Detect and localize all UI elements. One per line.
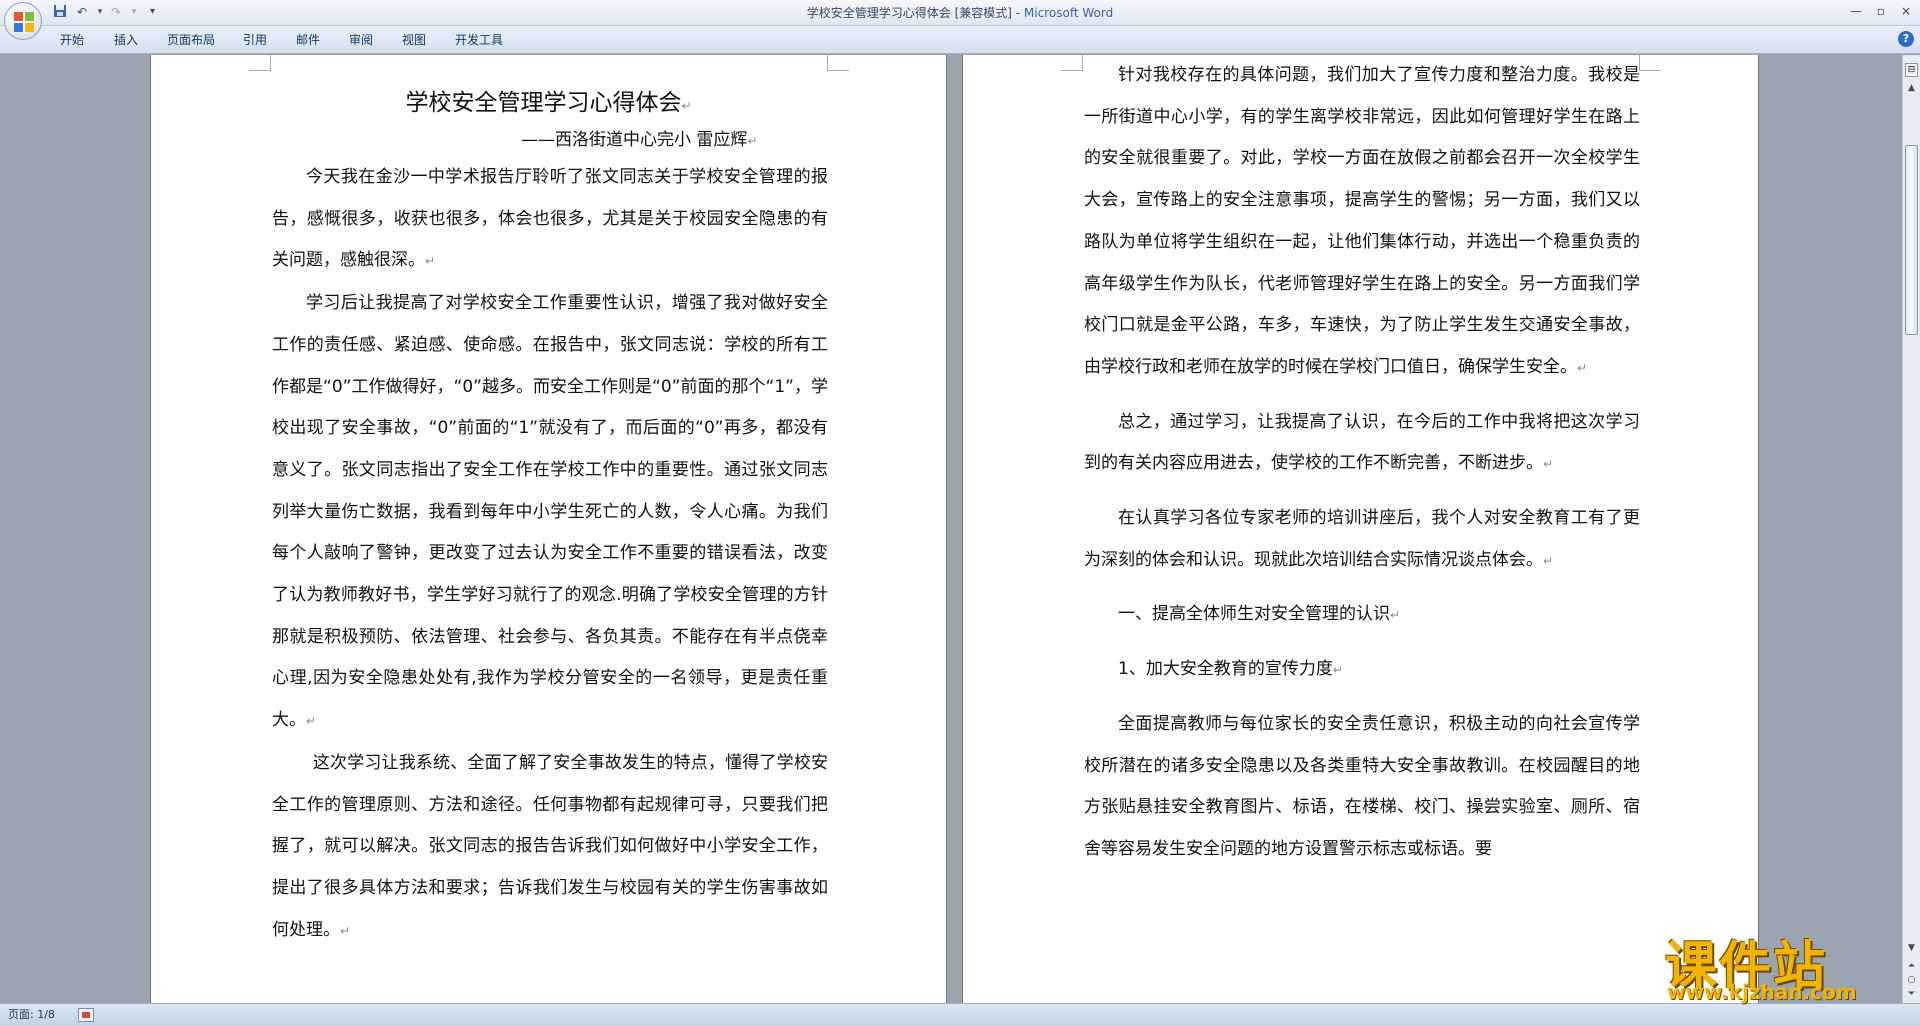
- paragraph[interactable]: 学习后让我提高了对学校安全工作重要性认识，增强了我对做好安全工作的责任感、紧迫感…: [272, 283, 828, 743]
- tab-home[interactable]: 开始: [60, 31, 84, 49]
- select-browse-object-icon[interactable]: ○: [1905, 973, 1918, 987]
- tab-view[interactable]: 视图: [402, 31, 426, 49]
- paragraph-mark: ↵: [1390, 608, 1401, 623]
- paragraph[interactable]: 今天我在金沙一中学术报告厅聆听了张文同志关于学校安全管理的报告，感慨很多，收获也…: [272, 157, 828, 283]
- close-button[interactable]: ×: [1895, 3, 1917, 19]
- document-title: 学校安全管理学习心得体会↵: [151, 83, 946, 117]
- page-right[interactable]: 针对我校存在的具体问题，我们加大了宣传力度和整治力度。我校是一所街道中心小学，有…: [962, 55, 1759, 1003]
- paragraph-mark: ↵: [681, 99, 692, 113]
- paragraph[interactable]: 全面提高教师与每位家长的安全责任意识，积极主动的向社会宣传学校所潜在的诸多安全隐…: [1084, 704, 1640, 871]
- paragraph-text: 学习后让我提高了对学校安全工作重要性认识，增强了我对做好安全工作的责任感、紧迫感…: [272, 293, 828, 731]
- paragraph-mark: ↵: [1332, 663, 1343, 678]
- paragraph-mark: ↵: [747, 134, 758, 148]
- paragraph-mark: ↵: [1543, 457, 1554, 472]
- paragraph[interactable]: 在认真学习各位专家老师的培训讲座后，我个人对安全教育工有了更为深刻的体会和认识。…: [1084, 498, 1640, 582]
- document-title-text: 学校安全管理学习心得体会: [405, 90, 682, 116]
- watermark-url: www.kjzhan.com: [1667, 980, 1857, 1004]
- crop-mark: [249, 55, 271, 71]
- heading-paragraph[interactable]: 一、提高全体师生对安全管理的认识↵: [1084, 594, 1640, 637]
- tab-references[interactable]: 引用: [243, 31, 267, 49]
- scroll-thumb[interactable]: [1905, 145, 1918, 335]
- minimize-button[interactable]: —: [1845, 3, 1867, 19]
- macro-record-icon[interactable]: [78, 1008, 94, 1022]
- crop-mark: [1639, 55, 1661, 71]
- document-author: ——西洛街道中心完小 雷应辉↵: [521, 125, 757, 150]
- tab-developer[interactable]: 开发工具: [455, 31, 503, 49]
- tab-review[interactable]: 审阅: [349, 31, 373, 49]
- status-page-count[interactable]: 页面: 1/8: [8, 1007, 55, 1023]
- paragraph-text: 1、加大安全教育的宣传力度: [1118, 659, 1333, 680]
- paragraph-text: 今天我在金沙一中学术报告厅聆听了张文同志关于学校安全管理的报告，感慨很多，收获也…: [272, 167, 828, 271]
- restore-button[interactable]: ▫: [1870, 3, 1892, 19]
- window-title: 学校安全管理学习心得体会 [兼容模式] - Microsoft Word: [0, 0, 1920, 26]
- paragraph-mark: ↵: [425, 254, 436, 269]
- office-button[interactable]: [4, 2, 42, 40]
- window-title-app: Microsoft Word: [1023, 6, 1114, 20]
- paragraph-mark: ↵: [1543, 553, 1554, 568]
- scroll-down-icon[interactable]: ▼: [1905, 941, 1918, 955]
- paragraph[interactable]: 针对我校存在的具体问题，我们加大了宣传力度和整治力度。我校是一所街道中心小学，有…: [1084, 55, 1640, 390]
- vertical-scrollbar[interactable]: ⊟ ▲ ▼ ⏶ ○ ⏷: [1902, 55, 1920, 1003]
- paragraph[interactable]: 总之，通过学习，让我提高了认识，在今后的工作中我将把这次学习到的有关内容应用进去…: [1084, 402, 1640, 486]
- page-left[interactable]: 学校安全管理学习心得体会↵ ——西洛街道中心完小 雷应辉↵ 今天我在金沙一中学术…: [150, 55, 947, 1003]
- page-left-body[interactable]: 今天我在金沙一中学术报告厅聆听了张文同志关于学校安全管理的报告，感慨很多，收获也…: [272, 157, 828, 952]
- watermark-logo: 课件站 www.kjzhan.com: [1665, 924, 1905, 1004]
- document-area[interactable]: 学校安全管理学习心得体会↵ ——西洛街道中心完小 雷应辉↵ 今天我在金沙一中学术…: [0, 55, 1902, 1003]
- help-icon[interactable]: ?: [1898, 31, 1914, 47]
- title-bar: ↶ ▾ ↷ ▾ ▾ 学校安全管理学习心得体会 [兼容模式] - Microsof…: [0, 0, 1920, 26]
- subheading-paragraph[interactable]: 1、加大安全教育的宣传力度↵: [1084, 649, 1640, 692]
- paragraph[interactable]: 这次学习让我系统、全面了解了安全事故发生的特点，懂得了学校安全工作的管理原则、方…: [272, 743, 828, 953]
- paragraph-text: 这次学习让我系统、全面了解了安全事故发生的特点，懂得了学校安全工作的管理原则、方…: [272, 752, 828, 940]
- paragraph-text: 针对我校存在的具体问题，我们加大了宣传力度和整治力度。我校是一所街道中心小学，有…: [1084, 65, 1640, 377]
- ruler-toggle-icon[interactable]: ⊟: [1905, 63, 1918, 77]
- document-author-text: ——西洛街道中心完小 雷应辉: [521, 130, 748, 150]
- paragraph-text: 在认真学习各位专家老师的培训讲座后，我个人对安全教育工有了更为深刻的体会和认识。…: [1084, 508, 1640, 570]
- paragraph-text: 全面提高教师与每位家长的安全责任意识，积极主动的向社会宣传学校所潜在的诸多安全隐…: [1084, 713, 1640, 859]
- paragraph-mark: ↵: [340, 923, 351, 938]
- tab-mailings[interactable]: 邮件: [296, 31, 320, 49]
- paragraph-text: 一、提高全体师生对安全管理的认识: [1118, 604, 1390, 625]
- paragraph-text: 总之，通过学习，让我提高了认识，在今后的工作中我将把这次学习到的有关内容应用进去…: [1084, 411, 1640, 474]
- status-bar: 页面: 1/8: [0, 1003, 1920, 1025]
- tab-insert[interactable]: 插入: [114, 31, 138, 49]
- paragraph-mark: ↵: [306, 714, 317, 729]
- previous-page-icon[interactable]: ⏶: [1905, 959, 1918, 973]
- page-right-body[interactable]: 针对我校存在的具体问题，我们加大了宣传力度和整治力度。我校是一所街道中心小学，有…: [1084, 55, 1640, 871]
- crop-mark: [827, 55, 849, 71]
- office-logo-icon: [14, 12, 34, 32]
- window-title-document: 学校安全管理学习心得体会 [兼容模式] -: [806, 6, 1024, 20]
- tab-page-layout[interactable]: 页面布局: [167, 31, 215, 49]
- paragraph-mark: ↵: [1577, 360, 1588, 375]
- next-page-icon[interactable]: ⏷: [1905, 987, 1918, 1001]
- scroll-up-icon[interactable]: ▲: [1905, 81, 1918, 95]
- ribbon-tabs: 开始 插入 页面布局 引用 邮件 审阅 视图 开发工具 ?: [0, 26, 1920, 54]
- crop-mark: [1061, 55, 1083, 71]
